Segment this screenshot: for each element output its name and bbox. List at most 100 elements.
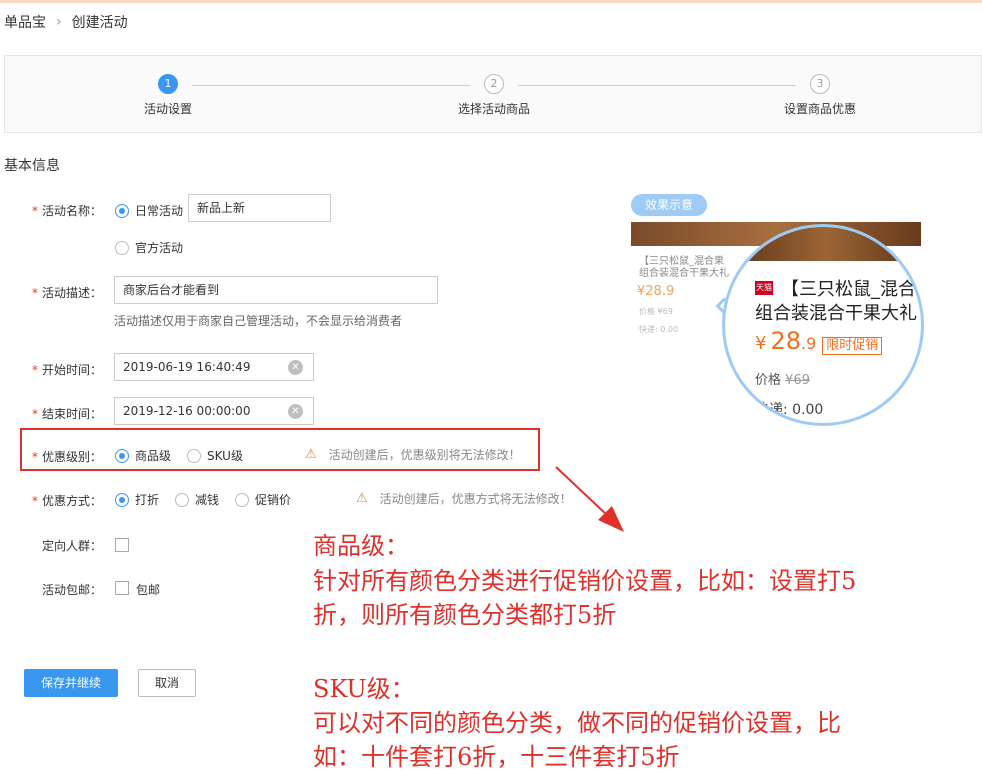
section-title: 基本信息 [4, 158, 60, 174]
end-time-label-text: 结束时间： [42, 407, 103, 421]
activity-name-label-text: 活动名称： [42, 204, 103, 218]
required-mark: * [32, 450, 38, 464]
start-time-input[interactable]: 2019-06-19 16:40:49 ✕ [114, 353, 314, 381]
start-time-label-text: 开始时间： [42, 363, 103, 377]
activity-desc-input[interactable]: 商家后台才能看到 [114, 276, 438, 304]
step-2-label: 选择活动商品 [457, 102, 531, 116]
discount-level-label: * 优惠级别： [32, 448, 102, 465]
target-group-checkbox[interactable] [115, 538, 129, 552]
required-mark: * [32, 204, 38, 218]
radio-reduce-label: 减钱 [195, 493, 220, 507]
radio-official-label: 官方活动 [135, 241, 184, 255]
orig-price-value: ¥69 [785, 373, 810, 388]
arrow-annotation-icon [555, 466, 624, 532]
required-mark: * [32, 363, 38, 377]
activity-desc-label: * 活动描述： [32, 284, 102, 301]
step-1-indicator: 1 [158, 74, 178, 94]
annotation-line: 可以对不同的颜色分类，做不同的促销价设置，比 [313, 709, 841, 737]
preview-shipping: 快递: 0.00 [755, 402, 824, 418]
promo-badge: 限时促销 [822, 337, 883, 355]
breadcrumb-root[interactable]: 单品宝 [4, 12, 46, 32]
save-continue-button[interactable]: 保存并继续 [24, 669, 118, 697]
step-3-label: 设置商品优惠 [783, 102, 857, 116]
radio-daily-activity[interactable]: 日常活动 [115, 202, 183, 219]
preview-magnifier: 天猫 【三只松鼠_混合 组合装混合干果大礼 ¥ 28 .9 限时促销 价格 ¥6… [722, 224, 924, 426]
radio-checked-icon [115, 203, 129, 218]
currency-symbol: ¥ [755, 333, 767, 354]
radio-unchecked-icon [175, 492, 189, 507]
orig-price-label: 价格 [755, 373, 782, 388]
target-group-label: 定向人群： [42, 539, 103, 553]
radio-unchecked-icon [115, 240, 129, 255]
step-1-label: 活动设置 [143, 102, 193, 116]
free-shipping-label: 活动包邮： [42, 583, 103, 597]
cancel-button[interactable]: 取消 [138, 669, 196, 697]
discount-type-label: * 优惠方式： [32, 492, 102, 509]
chevron-right-icon: › [56, 14, 62, 30]
activity-desc-label-text: 活动描述： [42, 286, 103, 300]
preview-title-line-1: 【三只松鼠_混合 [781, 279, 916, 300]
free-shipping-checkbox[interactable] [115, 581, 129, 595]
clear-icon[interactable]: ✕ [288, 360, 303, 375]
radio-sku-level-label: SKU级 [207, 449, 243, 463]
start-time-label: * 开始时间： [32, 361, 102, 378]
radio-official-activity[interactable]: 官方活动 [115, 239, 183, 256]
activity-name-label: * 活动名称： [32, 202, 102, 219]
preview-title-line-2: 组合装混合干果大礼 [755, 303, 917, 324]
level-warning-text: 活动创建后，优惠级别将无法修改！ [328, 448, 521, 462]
preview-small-orig: 价格 ¥69 [639, 307, 673, 316]
step-connector [192, 85, 470, 86]
radio-promo-price[interactable]: 促销价 [235, 491, 291, 508]
top-accent-bar [0, 0, 982, 3]
radio-checked-icon [115, 448, 129, 463]
start-time-value: 2019-06-19 16:40:49 [123, 360, 251, 374]
radio-reduce[interactable]: 减钱 [175, 491, 219, 508]
steps-bar [4, 55, 982, 133]
annotation-line: 如：十件套打6折，十三件套打5折 [313, 743, 680, 771]
radio-item-level-label: 商品级 [135, 449, 172, 463]
product-image [725, 227, 921, 261]
breadcrumb-current: 创建活动 [71, 15, 128, 31]
radio-sku-level[interactable]: SKU级 [187, 447, 243, 464]
required-mark: * [32, 494, 38, 508]
step-2-indicator: 2 [484, 74, 504, 94]
free-shipping-option-label: 包邮 [136, 583, 161, 597]
preview-small-ship: 快递: 0.00 [639, 325, 679, 334]
preview-small-price: ¥28.9 [637, 284, 675, 299]
radio-discount-label: 打折 [135, 493, 160, 507]
required-mark: * [32, 407, 38, 421]
warning-icon: ⚠ [356, 491, 368, 506]
annotation-line: 折，则所有颜色分类都打5折 [313, 601, 617, 629]
effect-preview-tag: 效果示意 [631, 194, 707, 216]
annotation-line: 商品级： [313, 532, 409, 560]
discount-type-label-text: 优惠方式： [42, 494, 103, 508]
tmall-icon: 天猫 [755, 281, 773, 295]
activity-name-input[interactable]: 新品上新 [188, 194, 331, 222]
clear-icon[interactable]: ✕ [288, 404, 303, 419]
radio-daily-label: 日常活动 [135, 204, 184, 218]
preview-price: ¥ 28 .9 限时促销 [755, 327, 883, 355]
radio-discount[interactable]: 打折 [115, 491, 159, 508]
radio-unchecked-icon [235, 492, 249, 507]
radio-promo-price-label: 促销价 [255, 493, 292, 507]
annotation-line: SKU级： [313, 675, 415, 703]
activity-desc-hint: 活动描述仅用于商家自己管理活动，不会显示给消费者 [114, 314, 403, 328]
type-warning: ⚠ 活动创建后，优惠方式将无法修改！ [356, 490, 572, 507]
end-time-label: * 结束时间： [32, 405, 102, 422]
preview-small-title-2: 组合装混合干果大礼 [639, 268, 729, 279]
breadcrumb: 单品宝 › 创建活动 [4, 12, 128, 32]
warning-icon: ⚠ [305, 447, 317, 462]
annotation-line: 针对所有颜色分类进行促销价设置，比如：设置打5 [313, 567, 857, 595]
step-connector [518, 85, 796, 86]
end-time-input[interactable]: 2019-12-16 00:00:00 ✕ [114, 397, 314, 425]
required-mark: * [32, 286, 38, 300]
radio-unchecked-icon [187, 448, 201, 463]
radio-item-level[interactable]: 商品级 [115, 447, 171, 464]
price-decimal: .9 [801, 334, 817, 353]
end-time-value: 2019-12-16 00:00:00 [123, 404, 251, 418]
preview-original-price: 价格 ¥69 [755, 369, 810, 388]
discount-level-label-text: 优惠级别： [42, 450, 103, 464]
type-warning-text: 活动创建后，优惠方式将无法修改！ [379, 492, 572, 506]
price-integer: 28 [770, 327, 801, 355]
level-warning: ⚠ 活动创建后，优惠级别将无法修改！ [305, 446, 521, 463]
